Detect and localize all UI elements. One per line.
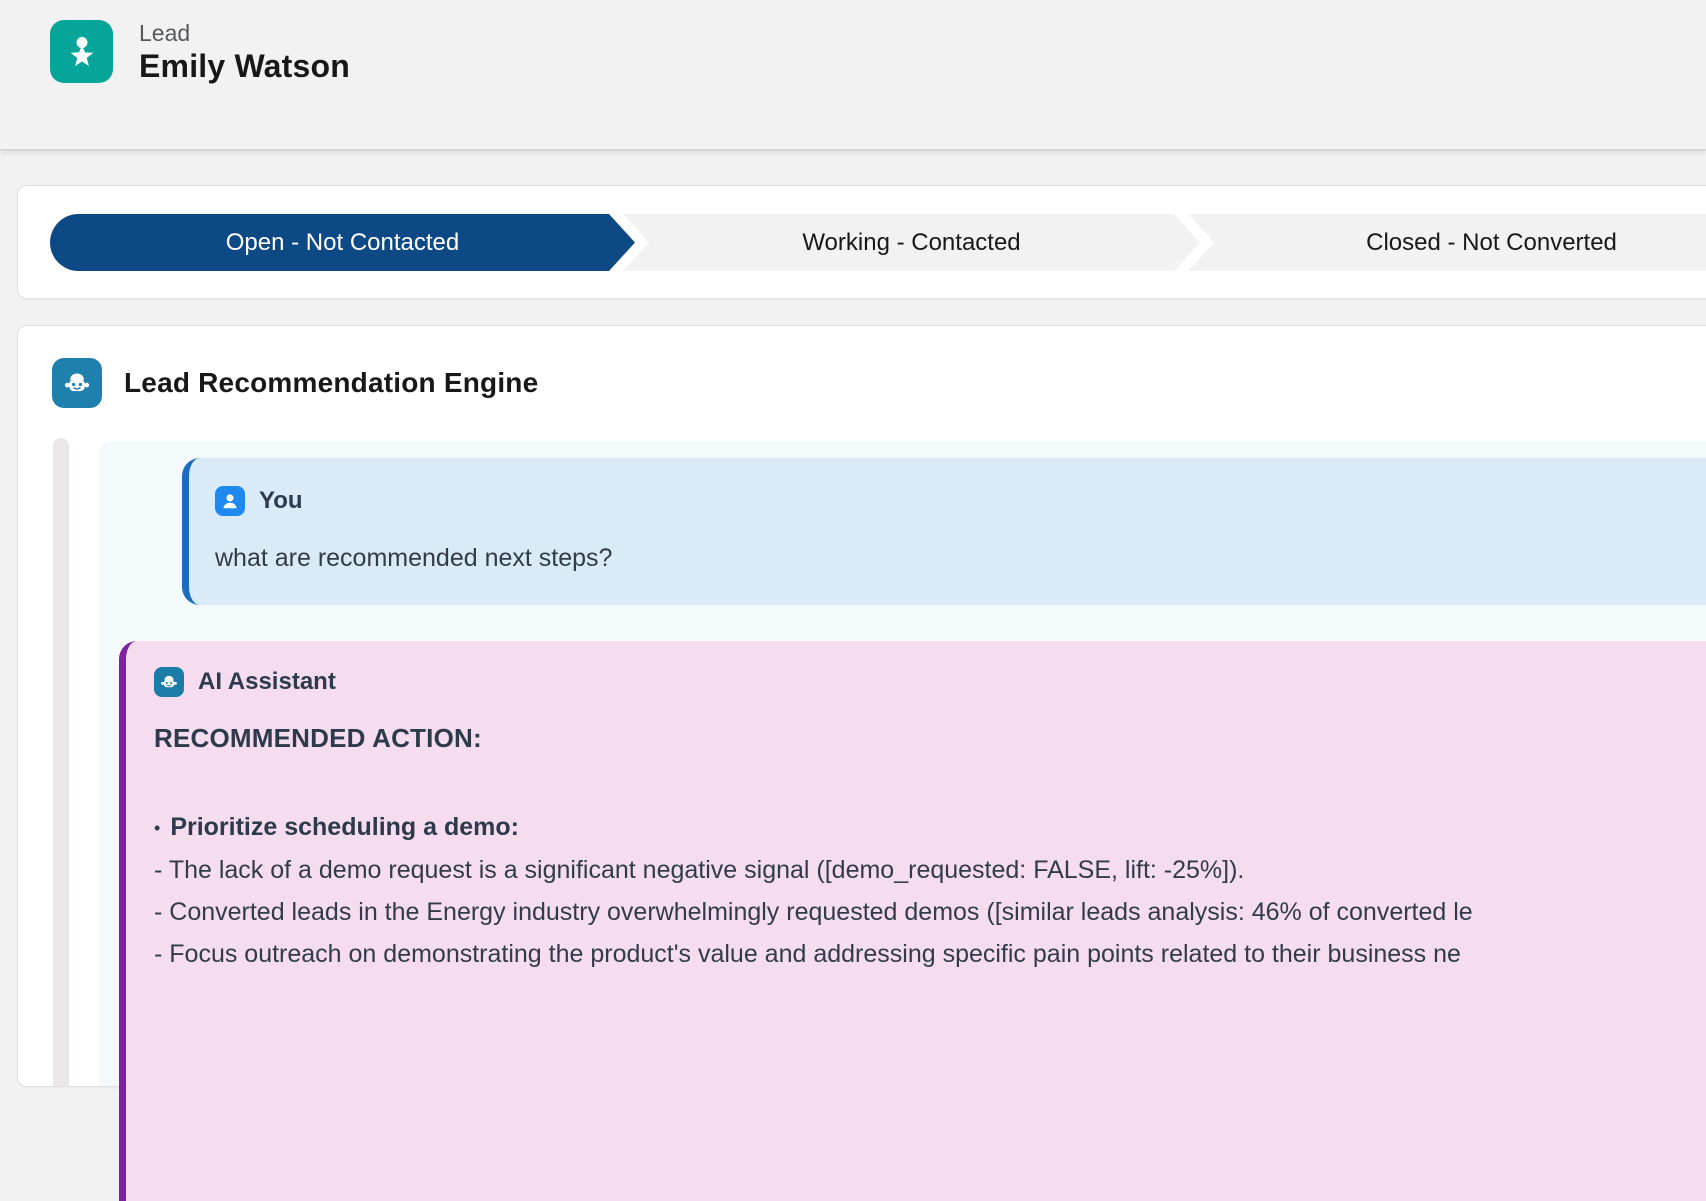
bullet-icon: • [154, 818, 160, 838]
panel-title: Lead Recommendation Engine [124, 367, 538, 399]
ai-message-body: • Prioritize scheduling a demo: - The lac… [154, 806, 1706, 975]
robot-icon [52, 358, 102, 408]
ai-detail-line: - The lack of a demo request is a signif… [154, 849, 1706, 891]
person-icon [215, 486, 245, 516]
sales-path-card: Open - Not Contacted Working - Contacted… [17, 185, 1706, 299]
lead-recommendation-card: Lead Recommendation Engine You what are … [17, 325, 1706, 1087]
ai-detail-line: - Focus outreach on demonstrating the pr… [154, 933, 1706, 975]
ai-recommended-action-heading: RECOMMENDED ACTION: [154, 723, 1706, 754]
ai-bullet-title: Prioritize scheduling a demo: [170, 813, 519, 841]
path-stage-working-contacted[interactable]: Working - Contacted [623, 214, 1200, 271]
ai-sender-name: AI Assistant [198, 668, 336, 696]
path-stage-open-not-contacted[interactable]: Open - Not Contacted [50, 214, 635, 271]
page-header: Lead Emily Watson [0, 0, 1706, 151]
entity-label: Lead [139, 20, 350, 46]
user-message-text: what are recommended next steps? [215, 544, 1706, 573]
path-stage-label: Closed - Not Converted [1366, 229, 1617, 257]
ai-detail-line: - Converted leads in the Energy industry… [154, 891, 1706, 933]
chat-transcript: You what are recommended next steps? [99, 441, 1706, 1086]
user-sender-name: You [259, 487, 303, 515]
user-message-bubble: You what are recommended next steps? [182, 458, 1706, 605]
robot-icon [154, 667, 184, 697]
ai-bullet-line: • Prioritize scheduling a demo: [154, 806, 1706, 849]
record-name: Emily Watson [139, 46, 350, 86]
ai-message-bubble: AI Assistant RECOMMENDED ACTION: • Priori… [119, 641, 1706, 1201]
sales-path: Open - Not Contacted Working - Contacted… [50, 214, 1706, 271]
lead-star-person-icon [50, 20, 113, 83]
path-stage-closed-not-converted[interactable]: Closed - Not Converted [1188, 214, 1706, 271]
chat-scrollbar[interactable] [53, 438, 69, 1086]
path-stage-label: Open - Not Contacted [226, 229, 459, 257]
path-stage-label: Working - Contacted [802, 229, 1020, 257]
